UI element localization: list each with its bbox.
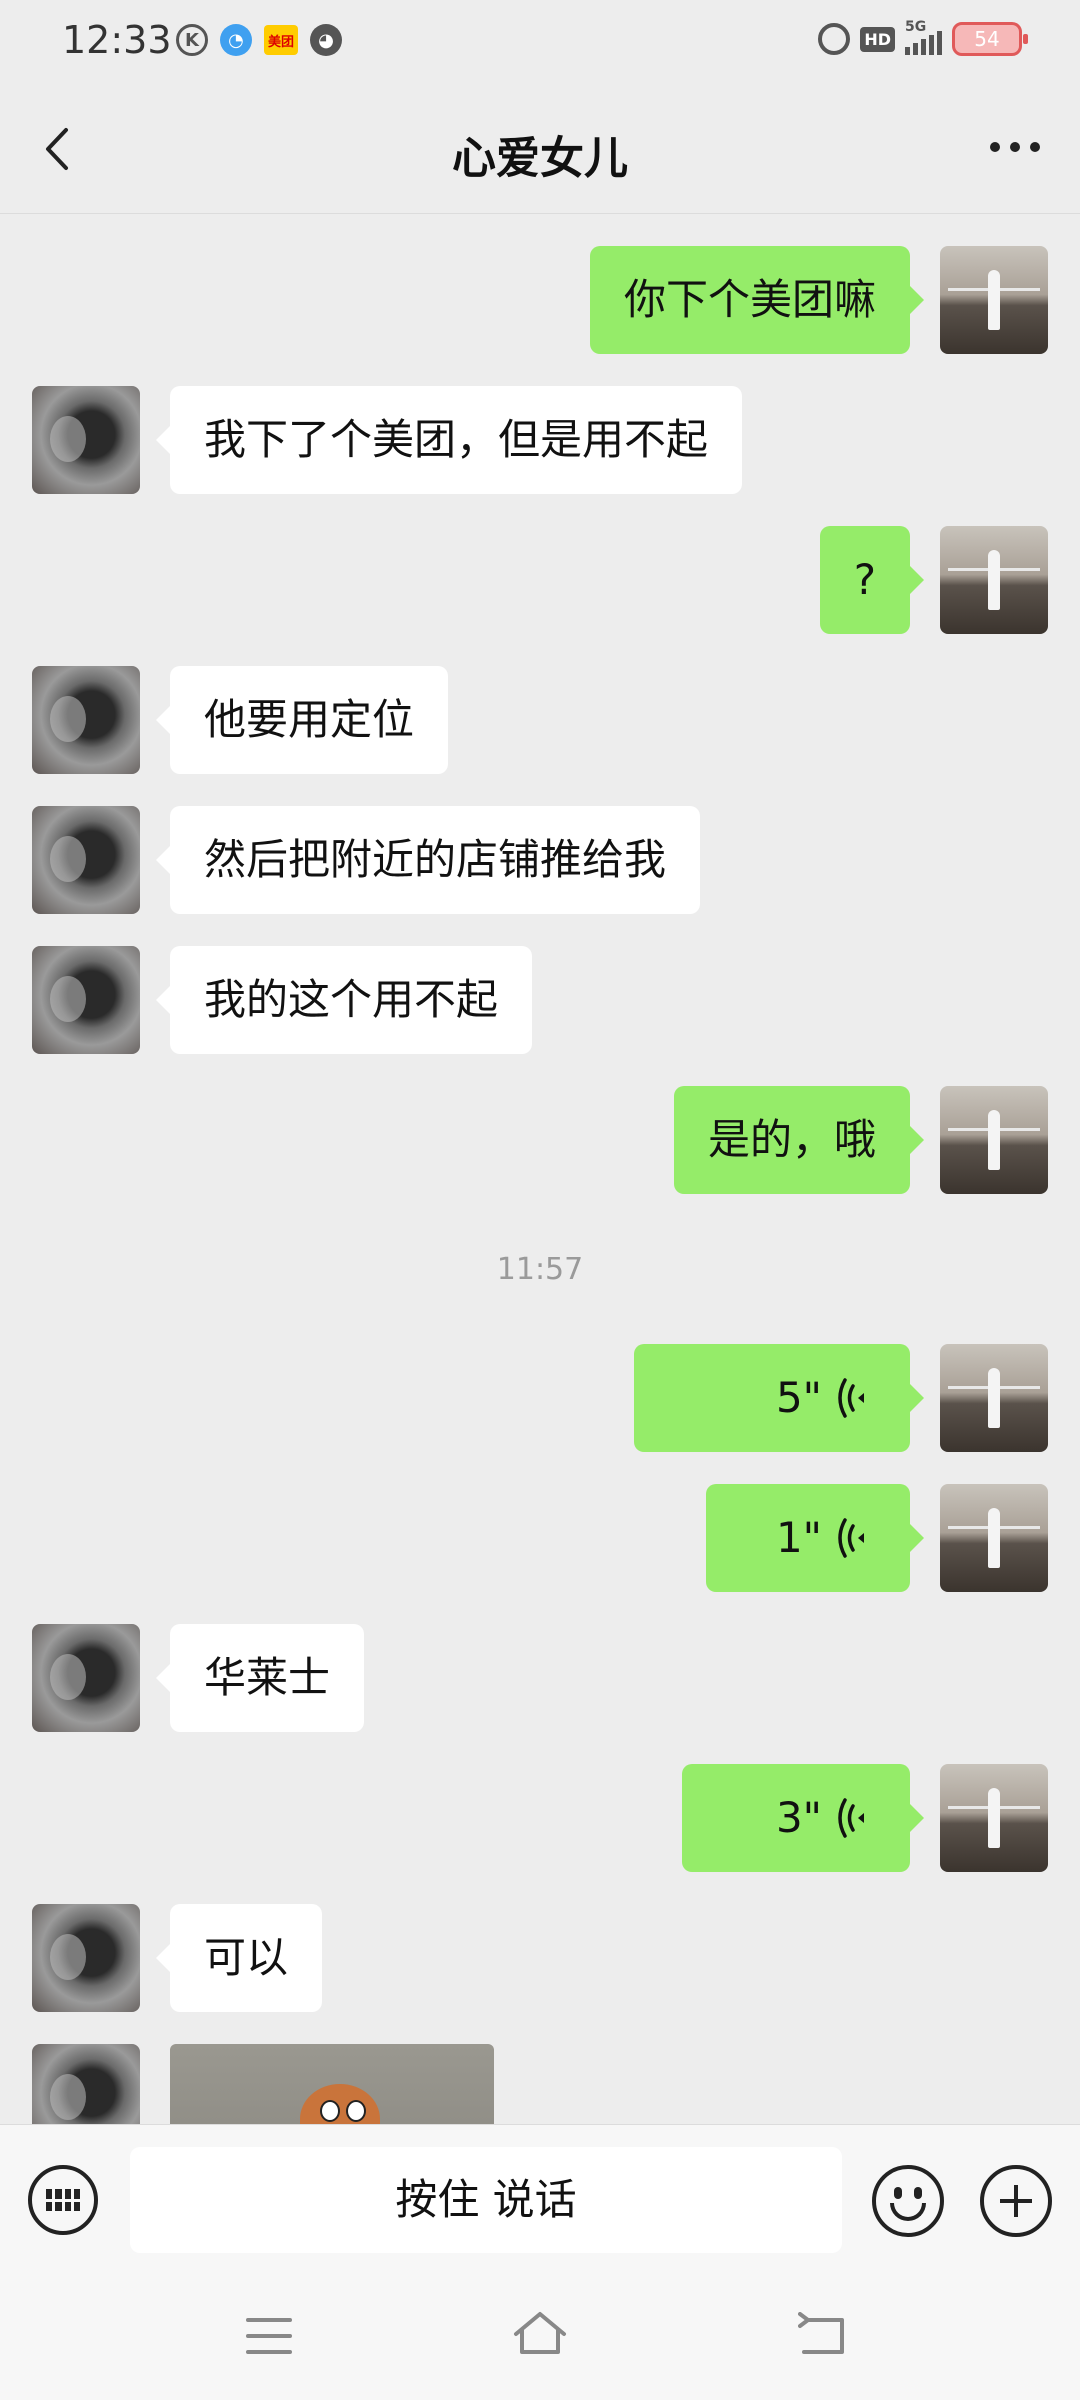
voice-message-self[interactable]: 5"	[634, 1344, 924, 1452]
message-row: 我的这个用不起	[0, 946, 1080, 1054]
message-bubble-other[interactable]: 可以	[155, 1904, 323, 2012]
contact-avatar[interactable]	[32, 386, 140, 494]
contact-avatar[interactable]	[32, 806, 140, 914]
hd-icon: HD	[860, 26, 895, 52]
voice-message-self[interactable]: 1"	[706, 1484, 924, 1592]
alarm-icon	[818, 23, 851, 55]
keyboard-icon[interactable]	[28, 2165, 98, 2235]
chat-header: 心爱女儿	[0, 84, 1080, 214]
message-bubble-self[interactable]: ?	[819, 526, 925, 634]
sticker-image[interactable]	[170, 2044, 494, 2124]
meituan-app-icon: 美团	[264, 25, 298, 55]
status-left-icons: K ◔ 美团 ◕	[176, 24, 342, 56]
message-row: 你下个美团嘛	[0, 246, 1080, 354]
network-label: 5G	[905, 19, 927, 35]
message-bubble-self[interactable]: 是的，哦	[673, 1086, 925, 1194]
message-row: 华莱士	[0, 1624, 1080, 1732]
message-bubble-other[interactable]: 然后把附近的店铺推给我	[155, 806, 701, 914]
more-options-icon[interactable]	[990, 142, 1040, 156]
message-row: 3"	[0, 1764, 1080, 1872]
home-icon[interactable]	[510, 2308, 570, 2358]
plus-icon[interactable]	[980, 2165, 1052, 2237]
hold-to-talk-button[interactable]: 按住 说话	[130, 2147, 842, 2253]
voice-wave-icon	[838, 1378, 864, 1418]
status-time: 12:33	[62, 18, 172, 62]
message-row: 可以	[0, 1904, 1080, 2012]
recent-apps-icon[interactable]	[246, 2318, 292, 2354]
self-avatar[interactable]	[940, 526, 1048, 634]
message-row: 是的，哦	[0, 1086, 1080, 1194]
message-list[interactable]: 你下个美团嘛 我下了个美团，但是用不起 ? 他要用定位 然后把附近的店铺推给我 …	[0, 214, 1080, 2124]
self-avatar[interactable]	[940, 1344, 1048, 1452]
self-avatar[interactable]	[940, 1484, 1048, 1592]
voice-wave-icon	[838, 1518, 864, 1558]
status-bar: 12:33 K ◔ 美团 ◕ HD 5G 54	[0, 0, 1080, 84]
contact-avatar[interactable]	[32, 1624, 140, 1732]
k-icon: K	[176, 24, 208, 56]
message-timestamp: 11:57	[496, 1252, 584, 1287]
message-row	[0, 2044, 1080, 2124]
voice-message-self[interactable]: 3"	[682, 1764, 924, 1872]
self-avatar[interactable]	[940, 1086, 1048, 1194]
message-row: 1"	[0, 1484, 1080, 1592]
message-row: 他要用定位	[0, 666, 1080, 774]
voice-wave-icon	[838, 1798, 864, 1838]
contact-avatar[interactable]	[32, 1904, 140, 2012]
speed-gauge-icon: ◕	[310, 24, 342, 56]
message-row: 我下了个美团，但是用不起	[0, 386, 1080, 494]
system-nav-bar	[0, 2278, 1080, 2400]
voice-duration: 5"	[775, 1373, 822, 1422]
message-bubble-self[interactable]: 你下个美团嘛	[589, 246, 925, 354]
contact-avatar[interactable]	[32, 946, 140, 1054]
message-bubble-other[interactable]: 他要用定位	[155, 666, 449, 774]
message-bubble-other[interactable]: 我的这个用不起	[155, 946, 533, 1054]
qq-browser-icon: ◔	[220, 24, 252, 56]
self-avatar[interactable]	[940, 246, 1048, 354]
status-right-icons: HD 5G 54	[818, 19, 1028, 56]
battery-icon: 54	[952, 22, 1028, 56]
signal-5g-icon: 5G	[905, 19, 942, 55]
chat-title: 心爱女儿	[452, 133, 628, 184]
message-bubble-other[interactable]: 我下了个美团，但是用不起	[155, 386, 743, 494]
voice-duration: 3"	[775, 1793, 822, 1842]
message-row: ?	[0, 526, 1080, 634]
message-row: 5"	[0, 1344, 1080, 1452]
back-nav-icon[interactable]	[798, 2312, 848, 2356]
message-row: 然后把附近的店铺推给我	[0, 806, 1080, 914]
emoji-icon[interactable]	[872, 2165, 944, 2237]
voice-duration: 1"	[775, 1513, 822, 1562]
self-avatar[interactable]	[940, 1764, 1048, 1872]
contact-avatar[interactable]	[32, 2044, 140, 2124]
input-bar: 按住 说话	[0, 2124, 1080, 2279]
message-bubble-other[interactable]: 华莱士	[155, 1624, 365, 1732]
contact-avatar[interactable]	[32, 666, 140, 774]
